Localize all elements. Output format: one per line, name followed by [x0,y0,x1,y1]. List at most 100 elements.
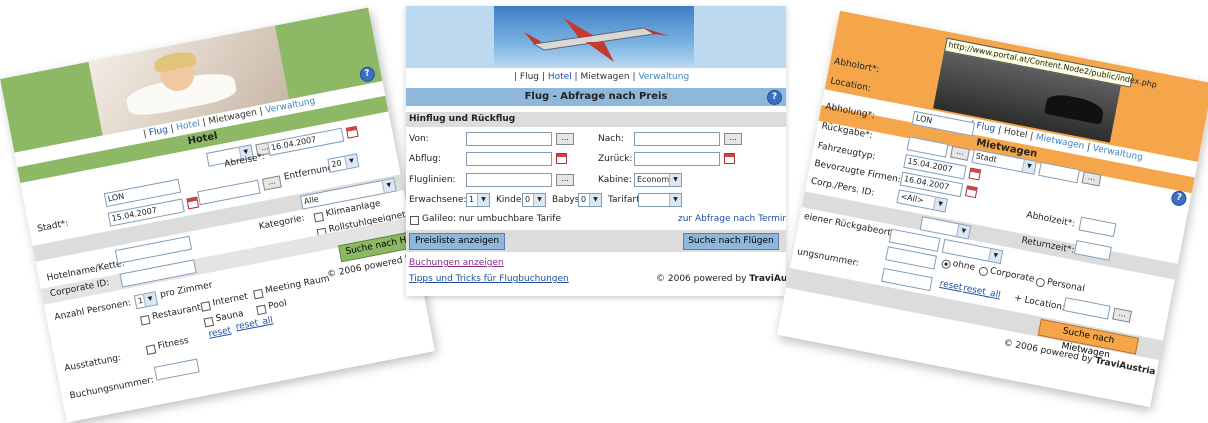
sky-photo [494,6,694,68]
ohne-radio[interactable] [940,258,952,270]
hotel-form-panel: ? | Flug | Hotel | Mietwagen | Verwaltun… [0,7,435,423]
kabine-select[interactable]: Economy ▼ [634,173,682,187]
calendar-icon[interactable] [186,196,200,210]
ausstattung-label: Ausstattung: [63,353,122,374]
entfernung-location-input[interactable] [197,179,261,206]
mietwagen-form-panel: http://www.portal.at/Content.Node2/publi… [777,10,1208,408]
personal-radio[interactable] [1035,277,1046,288]
chevron-down-icon: ▼ [956,224,971,239]
calendar-icon[interactable] [724,153,735,164]
abflug-label: Abflug: [409,154,441,164]
airplane-icon [524,18,669,62]
kabine-label: Kabine: [598,175,632,185]
tipps-link[interactable]: Tipps und Tricks für Flugbuchungen [409,274,569,284]
corporate-radio[interactable] [978,266,989,277]
chevron-down-icon: ▼ [669,194,681,206]
fitness-checkbox[interactable] [145,344,157,355]
meeting-checkbox[interactable] [253,288,264,300]
nav-sep: | [541,72,545,82]
restaurant-checkbox[interactable] [139,314,151,326]
personal-label: Personal [1046,277,1086,295]
nav-link-hotel[interactable]: Hotel [1003,126,1028,140]
help-icon[interactable]: ? [358,65,377,84]
zurueck-label: Zurück: [598,154,633,164]
nav-link-flug[interactable]: Flug [148,125,169,138]
pool-checkbox[interactable] [256,304,267,316]
stadt-dots-button[interactable]: ... [1081,171,1102,187]
location-dots-button[interactable]: ... [261,175,282,191]
stadt-value: Stadt [974,151,998,165]
reset-all-link[interactable]: reset_all [962,283,1001,300]
help-icon[interactable]: ? [1170,189,1188,208]
stadt-label: Stadt*: [36,218,70,235]
chevron-down-icon: ▼ [988,248,1003,263]
calendar-icon[interactable] [964,185,978,199]
nav-sep: | [169,123,175,135]
calendar-icon[interactable] [345,125,359,139]
help-icon[interactable]: ? [767,90,782,105]
von-input[interactable] [466,132,552,146]
nav-link-flug[interactable]: Flug [520,72,539,82]
location2-input[interactable] [1062,297,1111,320]
erwachsene-select[interactable]: 1 ▼ [466,193,490,207]
corporate-input[interactable] [119,259,197,288]
nav-sep: | [142,129,148,140]
buchungsnummer-input[interactable] [153,358,200,381]
preisliste-button[interactable]: Preisliste anzeigen [409,233,505,250]
page-title: Flug - Abfrage nach Preis [524,91,668,102]
calendar-icon[interactable] [968,167,982,181]
location2-label: + Location: [1013,293,1066,314]
buchungen-link[interactable]: Buchungen anzeigen [409,258,504,268]
kinder-select[interactable]: 0 ▼ [522,193,546,207]
flug-form-panel: | Flug | Hotel | Mietwagen | Verwaltung … [406,6,786,296]
chevron-down-icon: ▼ [381,178,396,193]
pro-zimmer-label: pro Zimmer [159,280,214,301]
anzahl-personen-label: Anzahl Personen: [53,298,132,323]
sauna-checkbox[interactable] [203,316,215,328]
abholzeit-input[interactable] [1078,216,1117,238]
kategorie-value: Alle [303,194,320,207]
nach-input[interactable] [634,132,720,146]
chevron-down-icon: ▼ [1021,159,1036,174]
chevron-down-icon: ▼ [533,194,545,206]
fluglinien-input[interactable] [466,173,552,187]
buchungsnummer-label: Buchungsnummer: [68,375,155,402]
fluglinien-dots-button[interactable]: ... [556,174,574,186]
entfernung-label: Entfernung [283,163,335,183]
chevron-down-icon: ▼ [142,292,157,307]
abholung-dots-button[interactable]: ... [950,145,970,161]
powered-by-text: © 2006 powered by TraviAustria [656,274,786,284]
babys-value: 0 [581,195,587,204]
anzahl-select[interactable]: 1 ▼ [133,291,159,310]
von-dots-button[interactable]: ... [556,133,574,145]
galileo-checkbox[interactable] [410,216,419,225]
internet-label: Internet [211,291,249,309]
powered-prefix: © 2006 powered by [656,274,750,284]
abflug-input[interactable] [466,152,552,166]
suche-fluegen-button[interactable]: Suche nach Flügen [683,233,779,250]
klimaanlage-checkbox[interactable] [313,211,325,223]
nav-link-hotel[interactable]: Hotel [176,119,201,133]
babys-select[interactable]: 0 ▼ [578,193,602,207]
nav-link-verwaltung[interactable]: Verwaltung [638,72,689,82]
nav-sep: | [1086,142,1091,153]
abfrage-termin-link[interactable]: zur Abfrage nach Termin [678,214,786,224]
entfernung-select[interactable]: 20 ▼ [327,153,360,173]
zurueck-input[interactable] [634,152,720,166]
chevron-down-icon: ▼ [932,197,947,212]
nach-dots-button[interactable]: ... [724,133,742,145]
reset-link[interactable]: reset [208,326,232,340]
brand-name: TraviAustria [1094,355,1157,378]
erwachsene-label: Erwachsene: [409,195,467,205]
tarifart-select[interactable]: ▼ [638,193,682,207]
nav-sep: | [574,72,578,82]
internet-checkbox[interactable] [200,301,212,312]
nav-link-mietwagen[interactable]: Mietwagen [580,72,629,82]
nav-link-hotel[interactable]: Hotel [548,72,572,82]
flug-title-bar: Flug - Abfrage nach Preis ? [406,88,786,106]
flug-section-bar: Hinflug und Rückflug [406,112,786,127]
calendar-icon[interactable] [556,153,567,164]
location2-dots-button[interactable]: ... [1112,307,1133,323]
nav-link-flug[interactable]: Flug [975,121,996,134]
reset-link[interactable]: reset [939,279,963,293]
